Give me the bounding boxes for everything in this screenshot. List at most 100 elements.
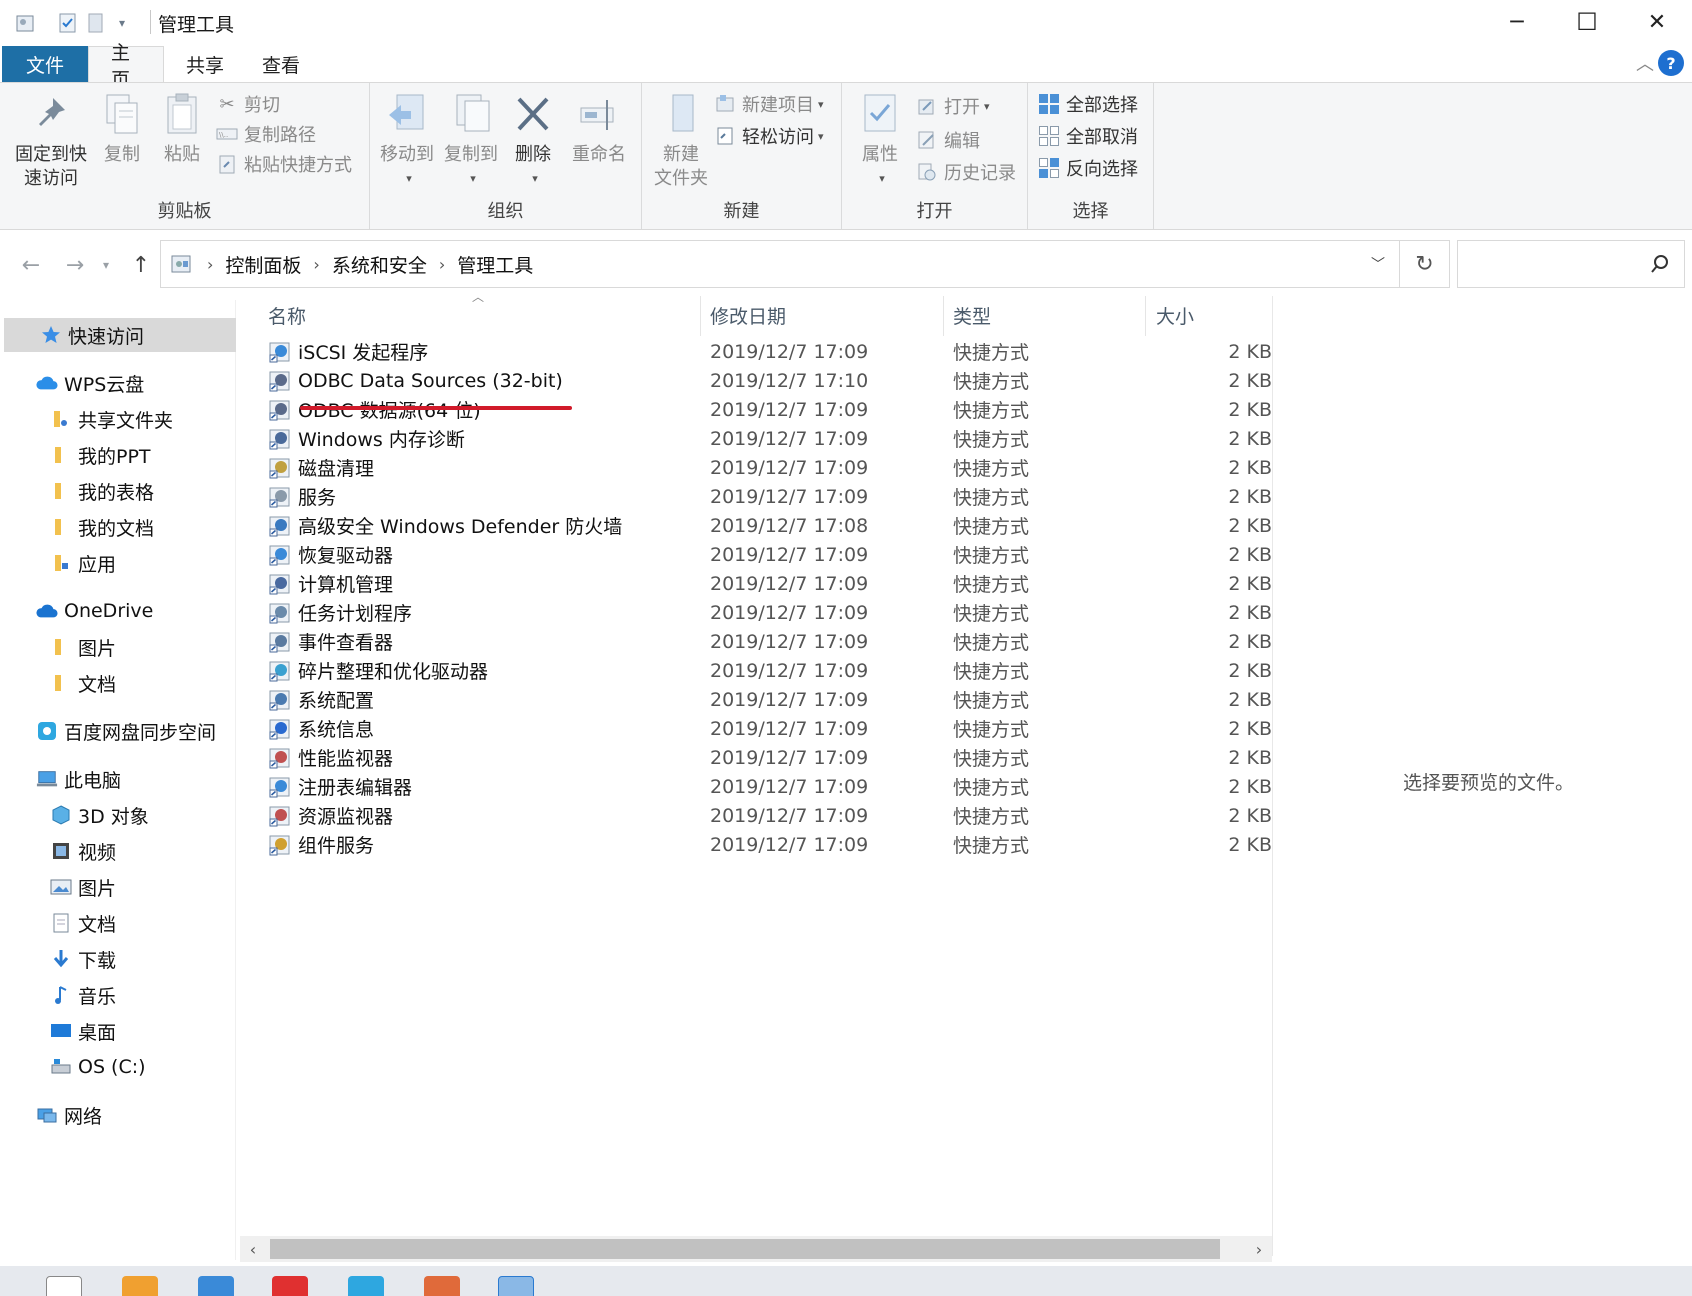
tab-file[interactable]: 文件 [2, 46, 88, 82]
file-row[interactable]: 计算机管理 2019/12/7 17:09 快捷方式 2 KB [260, 568, 1272, 599]
app-icon[interactable] [198, 1276, 234, 1296]
file-name-cell[interactable]: 碎片整理和优化驱动器 [268, 655, 488, 686]
maximize-button[interactable]: ☐ [1552, 0, 1622, 44]
help-icon[interactable]: ? [1658, 50, 1684, 76]
file-name-cell[interactable]: 性能监视器 [268, 742, 393, 773]
file-row[interactable]: ODBC Data Sources (32-bit) 2019/12/7 17:1… [260, 365, 1272, 396]
file-name-cell[interactable]: Windows 内存诊断 [268, 423, 465, 454]
properties-button[interactable]: 属性 ▾ [854, 89, 906, 191]
explorer-icon[interactable] [498, 1276, 534, 1296]
file-row[interactable]: 高级安全 Windows Defender 防火墙 2019/12/7 17:08… [260, 510, 1272, 541]
breadcrumb-system-security[interactable]: 系统和安全 [332, 251, 427, 278]
file-name-cell[interactable]: 任务计划程序 [268, 597, 412, 628]
back-arrow-icon[interactable]: ← [16, 250, 46, 280]
app-icon[interactable] [122, 1276, 158, 1296]
file-name-cell[interactable]: 组件服务 [268, 829, 374, 860]
select-none-button[interactable]: 全部取消 [1038, 121, 1138, 151]
file-name-cell[interactable]: 计算机管理 [268, 568, 393, 599]
nav-pictures[interactable]: 图片 [0, 870, 236, 904]
new-folder-button[interactable]: 新建 文件夹 [650, 89, 712, 191]
nav-my-docs[interactable]: 我的文档 [0, 510, 236, 544]
copy-to-button[interactable]: 复制到 ▾ [440, 89, 502, 191]
copy-button[interactable]: 复制 [96, 89, 148, 167]
file-name-cell[interactable]: 高级安全 Windows Defender 防火墙 [268, 510, 622, 541]
nav-3d-objects[interactable]: 3D 对象 [0, 798, 236, 832]
nav-network[interactable]: 网络 [0, 1098, 236, 1132]
file-row[interactable]: Windows 内存诊断 2019/12/7 17:09 快捷方式 2 KB [260, 423, 1272, 454]
move-to-button[interactable]: 移动到 ▾ [376, 89, 438, 191]
file-name-cell[interactable]: 磁盘清理 [268, 452, 374, 483]
new-item-button[interactable]: 新建项目 ▾ [714, 89, 824, 119]
rename-button[interactable]: 重命名 [566, 89, 632, 167]
horizontal-scrollbar[interactable]: ‹ › [240, 1236, 1272, 1262]
app-icon[interactable] [348, 1276, 384, 1296]
minimize-button[interactable]: ─ [1482, 0, 1552, 44]
file-name-cell[interactable]: ODBC Data Sources (32-bit) [268, 365, 563, 396]
nav-this-pc[interactable]: 此电脑 [0, 762, 236, 796]
file-name-cell[interactable]: 注册表编辑器 [268, 771, 412, 802]
nav-videos[interactable]: 视频 [0, 834, 236, 868]
column-separator[interactable] [943, 296, 944, 336]
breadcrumb-admin-tools[interactable]: 管理工具 [457, 251, 533, 278]
file-row[interactable]: 任务计划程序 2019/12/7 17:09 快捷方式 2 KB [260, 597, 1272, 628]
nav-onedrive-pictures[interactable]: 图片 [0, 630, 236, 664]
file-row[interactable]: 磁盘清理 2019/12/7 17:09 快捷方式 2 KB [260, 452, 1272, 483]
edit-button[interactable]: 编辑 [916, 125, 980, 155]
file-row[interactable]: 系统配置 2019/12/7 17:09 快捷方式 2 KB [260, 684, 1272, 715]
scroll-right-icon[interactable]: › [1246, 1236, 1272, 1262]
nav-desktop[interactable]: 桌面 [0, 1014, 236, 1048]
file-name-cell[interactable]: 系统配置 [268, 684, 374, 715]
tab-home[interactable]: 主页 [88, 42, 164, 91]
copy-path-button[interactable]: \\.. 复制路径 [216, 119, 316, 149]
column-separator[interactable] [1145, 296, 1146, 336]
nav-music[interactable]: 音乐 [0, 978, 236, 1012]
search-input[interactable] [1457, 240, 1685, 288]
file-row[interactable]: 服务 2019/12/7 17:09 快捷方式 2 KB [260, 481, 1272, 512]
address-bar[interactable]: › 控制面板 › 系统和安全 › 管理工具 ﹀ [160, 240, 1400, 288]
file-row[interactable]: 组件服务 2019/12/7 17:09 快捷方式 2 KB [260, 829, 1272, 860]
nav-quick-access[interactable]: 快速访问 [4, 318, 236, 352]
file-name-cell[interactable]: iSCSI 发起程序 [268, 336, 428, 367]
pin-quick-access-button[interactable]: 固定到快 速访问 [10, 89, 92, 191]
invert-selection-button[interactable]: 反向选择 [1038, 153, 1138, 183]
file-row[interactable]: 恢复驱动器 2019/12/7 17:09 快捷方式 2 KB [260, 539, 1272, 570]
nav-os-drive[interactable]: OS (C:) [0, 1050, 236, 1084]
easy-access-button[interactable]: 轻松访问 ▾ [714, 121, 824, 151]
nav-documents[interactable]: 文档 [0, 906, 236, 940]
column-header-name[interactable]: 名称 [268, 296, 306, 334]
scrollbar-thumb[interactable] [270, 1239, 1220, 1259]
file-row[interactable]: 注册表编辑器 2019/12/7 17:09 快捷方式 2 KB [260, 771, 1272, 802]
wps-icon[interactable] [272, 1276, 308, 1296]
paste-shortcut-button[interactable]: 粘贴快捷方式 [216, 149, 352, 179]
file-row[interactable]: 碎片整理和优化驱动器 2019/12/7 17:09 快捷方式 2 KB [260, 655, 1272, 686]
text-app-icon[interactable] [46, 1276, 82, 1296]
tab-view[interactable]: 查看 [240, 46, 322, 82]
delete-button[interactable]: 删除 ▾ [508, 89, 558, 191]
customize-toolbar-icon[interactable]: ▾ [112, 10, 132, 36]
up-arrow-icon[interactable]: ↑ [126, 250, 156, 280]
nav-baidu-sync[interactable]: 百度网盘同步空间 [0, 714, 236, 748]
address-dropdown-icon[interactable]: ﹀ [1371, 254, 1385, 274]
refresh-icon[interactable]: ↻ [1400, 240, 1450, 288]
nav-downloads[interactable]: 下载 [0, 942, 236, 976]
file-name-cell[interactable]: 恢复驱动器 [268, 539, 393, 570]
file-row[interactable]: 性能监视器 2019/12/7 17:09 快捷方式 2 KB [260, 742, 1272, 773]
column-header-date[interactable]: 修改日期 [710, 296, 786, 334]
file-row[interactable]: iSCSI 发起程序 2019/12/7 17:09 快捷方式 2 KB [260, 336, 1272, 367]
breadcrumb-control-panel[interactable]: 控制面板 [225, 251, 301, 278]
nav-my-sheets[interactable]: 我的表格 [0, 474, 236, 508]
column-header-size[interactable]: 大小 [1156, 296, 1194, 334]
close-button[interactable]: ✕ [1622, 0, 1692, 44]
file-row[interactable]: 资源监视器 2019/12/7 17:09 快捷方式 2 KB [260, 800, 1272, 831]
forward-arrow-icon[interactable]: → [60, 250, 90, 280]
paste-button[interactable]: 粘贴 [156, 89, 208, 167]
file-name-cell[interactable]: 资源监视器 [268, 800, 393, 831]
tab-share[interactable]: 共享 [164, 46, 246, 82]
nav-my-ppt[interactable]: 我的PPT [0, 438, 236, 472]
file-name-cell[interactable]: 服务 [268, 481, 336, 512]
app-icon[interactable] [424, 1276, 460, 1296]
file-name-cell[interactable]: 事件查看器 [268, 626, 393, 657]
cut-button[interactable]: ✂ 剪切 [216, 89, 280, 119]
file-name-cell[interactable]: 系统信息 [268, 713, 374, 744]
collapse-ribbon-icon[interactable]: ︿ [1636, 50, 1654, 76]
